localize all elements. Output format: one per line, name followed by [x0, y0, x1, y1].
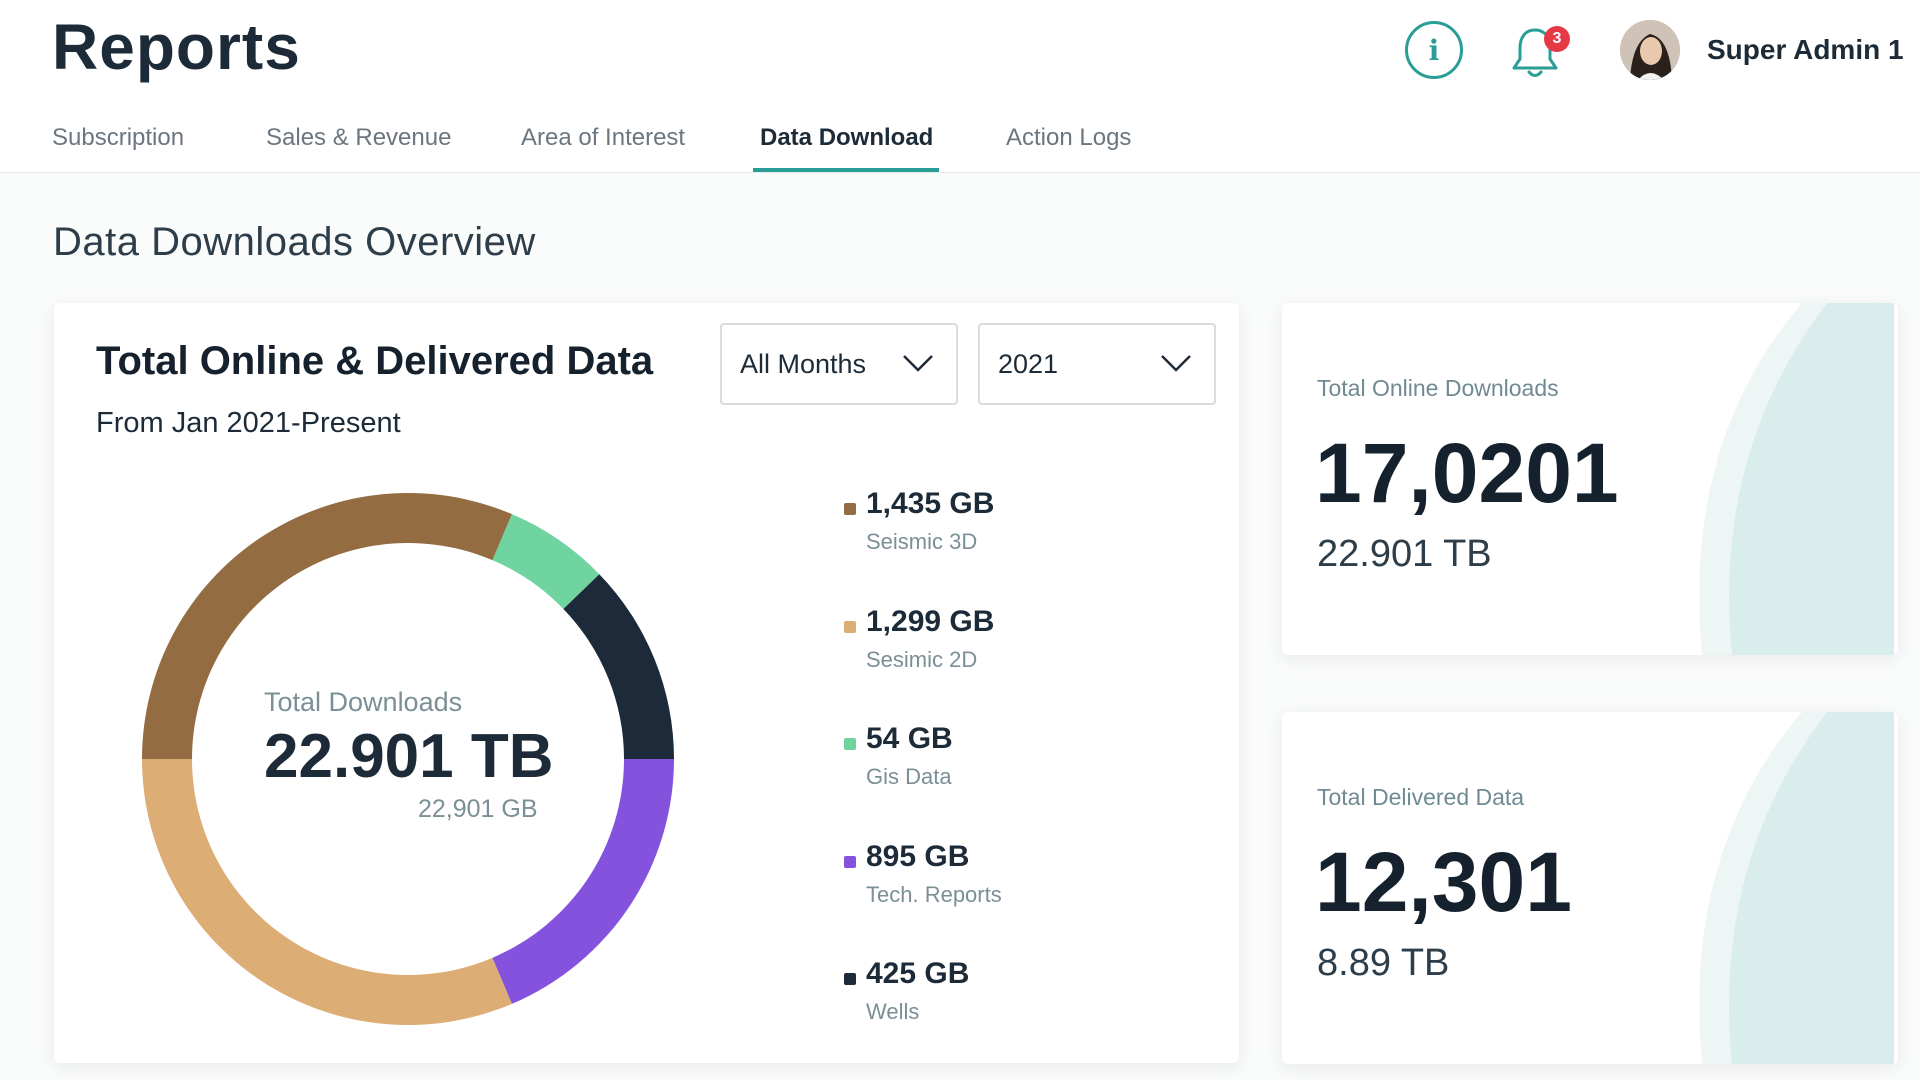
legend-value: 425 GB — [866, 957, 970, 990]
total-data-card: Total Online & Delivered Data From Jan 2… — [54, 303, 1239, 1063]
tab-sales-revenue[interactable]: Sales & Revenue — [266, 124, 451, 172]
month-select[interactable]: All Months — [720, 323, 958, 405]
card-subtitle: From Jan 2021-Present — [96, 407, 401, 439]
legend-item: 54 GB Gis Data — [844, 722, 1204, 802]
chevron-down-icon — [903, 355, 933, 372]
tab-action-logs[interactable]: Action Logs — [1006, 124, 1131, 172]
stat-label: Total Delivered Data — [1317, 784, 1525, 810]
stat-value: 12,301 — [1315, 835, 1572, 929]
user-avatar-icon — [1620, 20, 1680, 80]
online-downloads-card: Total Online Downloads 17,0201 22.901 TB — [1282, 303, 1898, 655]
legend-value: 54 GB — [866, 722, 953, 755]
page-title: Reports — [52, 11, 301, 83]
stat-label: Total Online Downloads — [1317, 375, 1559, 401]
avatar[interactable] — [1620, 20, 1680, 80]
legend-swatch — [844, 973, 856, 985]
legend-swatch — [844, 738, 856, 750]
user-name[interactable]: Super Admin 1 — [1707, 34, 1904, 66]
legend-swatch — [844, 621, 856, 633]
legend-item: 895 GB Tech. Reports — [844, 840, 1204, 920]
year-select[interactable]: 2021 — [978, 323, 1216, 405]
legend-label: Gis Data — [866, 764, 952, 789]
donut-center-sub: 22,901 GB — [418, 795, 538, 823]
section-title: Data Downloads Overview — [53, 220, 536, 264]
donut-center-value: 22.901 TB — [264, 722, 554, 791]
active-tab-indicator — [753, 168, 939, 172]
tab-data-download[interactable]: Data Download — [760, 124, 933, 172]
legend-value: 1,435 GB — [866, 487, 995, 520]
stat-value: 17,0201 — [1315, 426, 1619, 520]
legend-label: Tech. Reports — [866, 882, 1002, 907]
tab-subscription[interactable]: Subscription — [52, 124, 184, 172]
chevron-down-icon — [1161, 355, 1191, 372]
delivered-data-card: Total Delivered Data 12,301 8.89 TB — [1282, 712, 1898, 1064]
tab-area-of-interest[interactable]: Area of Interest — [521, 124, 685, 172]
legend-label: Seismic 3D — [866, 529, 978, 554]
stat-sub-value: 8.89 TB — [1317, 942, 1450, 984]
year-select-value: 2021 — [998, 348, 1059, 379]
legend-label: Wells — [866, 999, 920, 1024]
card-title: Total Online & Delivered Data — [96, 339, 654, 383]
legend-value: 895 GB — [866, 840, 970, 873]
legend-label: Sesimic 2D — [866, 647, 978, 672]
notifications-button[interactable]: 3 — [1510, 20, 1570, 84]
stat-sub-value: 22.901 TB — [1317, 533, 1492, 575]
info-icon[interactable]: i — [1405, 21, 1463, 79]
legend-item: 1,299 GB Sesimic 2D — [844, 605, 1204, 685]
notification-count-badge: 3 — [1544, 26, 1570, 52]
legend-swatch — [844, 503, 856, 515]
donut-segment-seismic-3d[interactable] — [142, 492, 512, 759]
month-select-value: All Months — [740, 348, 867, 379]
top-bar: Reports i 3 Super Admin 1 Subscription S… — [0, 0, 1920, 173]
donut-segment-wells[interactable] — [563, 574, 674, 759]
legend-value: 1,299 GB — [866, 605, 995, 638]
donut-center-label: Total Downloads — [264, 687, 463, 717]
legend-swatch — [844, 856, 856, 868]
legend-item: 425 GB Wells — [844, 957, 1204, 1037]
legend-item: 1,435 GB Seismic 3D — [844, 487, 1204, 567]
